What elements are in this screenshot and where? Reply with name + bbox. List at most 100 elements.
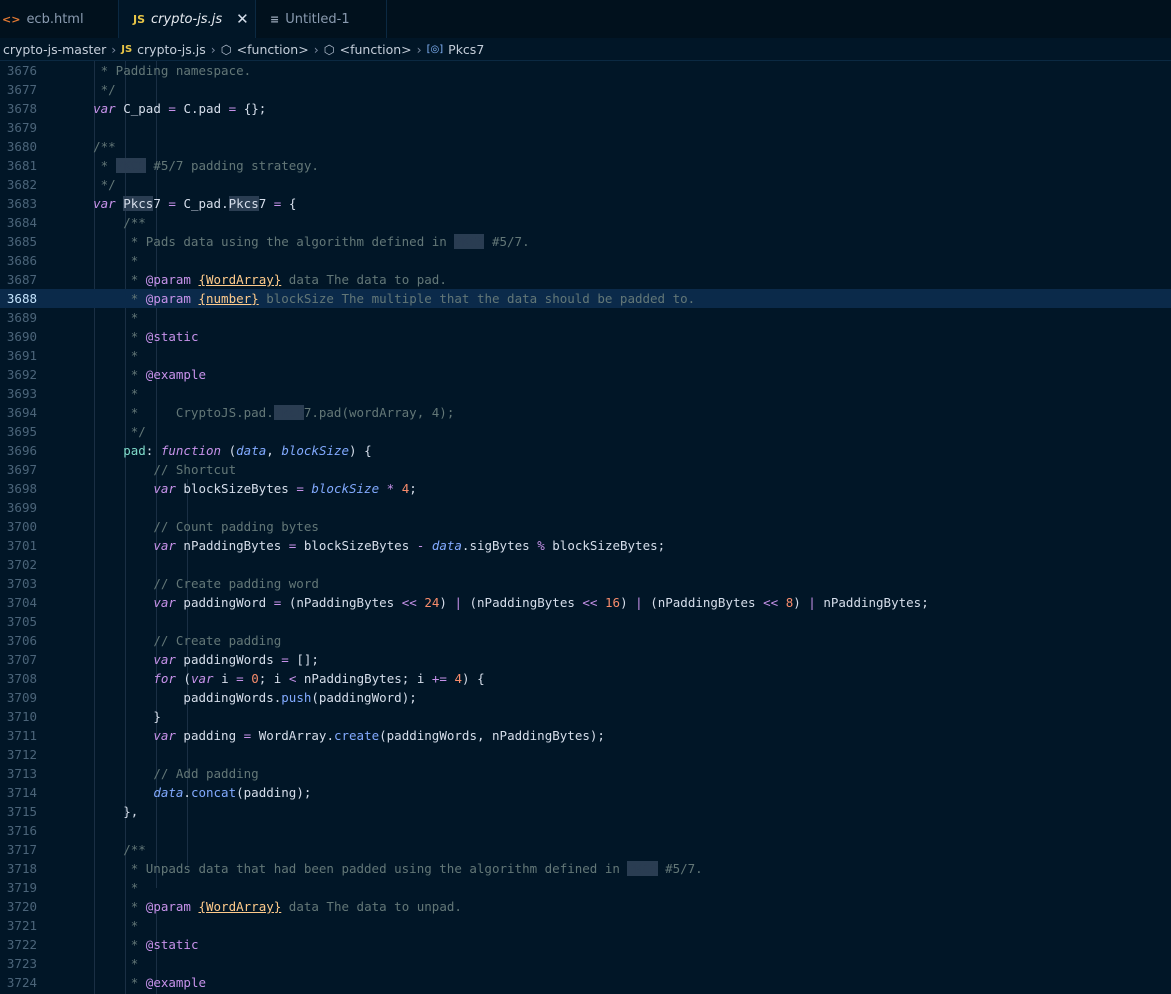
code-line[interactable]: 3710 } [0, 707, 1171, 726]
line-code: data.concat(padding); [153, 785, 312, 800]
code-line[interactable]: 3692 * @example [0, 365, 1171, 384]
line-code: var blockSizeBytes = blockSize * 4; [153, 481, 417, 496]
tab-crypto-js[interactable]: JS crypto-js.js ✕ [119, 0, 256, 38]
line-code: * @static [63, 329, 199, 344]
js-icon: JS [133, 12, 146, 26]
code-line[interactable]: 3684 /** [0, 213, 1171, 232]
code-line[interactable]: 3719 * [0, 878, 1171, 897]
line-code: /** [63, 139, 116, 154]
code-line[interactable]: 3715 }, [0, 802, 1171, 821]
line-number: 3679 [6, 120, 37, 135]
line-code: * [63, 918, 139, 933]
code-line[interactable]: 3688 * @param {number} blockSize The mul… [0, 289, 1171, 308]
line-code: var C_pad = C.pad = {}; [93, 101, 267, 116]
tab-label: Untitled-1 [285, 11, 350, 27]
chevron-right-icon: › [210, 41, 216, 57]
code-line[interactable]: 3722 * @static [0, 935, 1171, 954]
code-line[interactable]: 3678 var C_pad = C.pad = {}; [0, 99, 1171, 118]
line-number: 3676 [6, 63, 37, 78]
code-line[interactable]: 3703 // Create padding word [0, 574, 1171, 593]
code-line[interactable]: 3712 [0, 745, 1171, 764]
code-line[interactable]: 3694 * CryptoJS.pad.Pkcs7.pad(wordArray,… [0, 403, 1171, 422]
code-line[interactable]: 3695 */ [0, 422, 1171, 441]
breadcrumb-function[interactable]: <function> [340, 42, 412, 57]
code-line[interactable]: 3713 // Add padding [0, 764, 1171, 783]
line-number: 3706 [6, 633, 37, 648]
close-icon[interactable]: ✕ [236, 10, 249, 28]
line-number: 3700 [6, 519, 37, 534]
breadcrumb-function[interactable]: <function> [237, 42, 309, 57]
line-number: 3686 [6, 253, 37, 268]
line-code: * [63, 386, 139, 401]
line-code: * @param {WordArray} data The data to un… [63, 899, 462, 914]
code-line[interactable]: 3700 // Count padding bytes [0, 517, 1171, 536]
code-line[interactable]: 3691 * [0, 346, 1171, 365]
code-line[interactable]: 3721 * [0, 916, 1171, 935]
code-line[interactable]: 3682 */ [0, 175, 1171, 194]
line-code: }, [123, 804, 139, 819]
code-line[interactable]: 3681 * PKCS #5/7 padding strategy. [0, 156, 1171, 175]
line-number: 3711 [6, 728, 37, 743]
code-line[interactable]: 3680 /** [0, 137, 1171, 156]
line-code: var paddingWord = (nPaddingBytes << 24) … [153, 595, 929, 610]
line-number: 3704 [6, 595, 37, 610]
line-code: pad: function (data, blockSize) { [123, 443, 372, 458]
code-line[interactable]: 3683 var Pkcs7 = C_pad.Pkcs7 = { [0, 194, 1171, 213]
code-line[interactable]: 3724 * @example [0, 973, 1171, 992]
cube-icon: ⬡ [323, 41, 335, 57]
code-line[interactable]: 3689 * [0, 308, 1171, 327]
code-line[interactable]: 3707 var paddingWords = []; [0, 650, 1171, 669]
line-number: 3680 [6, 139, 37, 154]
line-number: 3709 [6, 690, 37, 705]
breadcrumb-file[interactable]: crypto-js.js [137, 42, 206, 57]
breadcrumb-symbol[interactable]: Pkcs7 [448, 42, 484, 57]
line-code: // Create padding word [153, 576, 319, 591]
line-number: 3707 [6, 652, 37, 667]
code-line[interactable]: 3716 [0, 821, 1171, 840]
code-line[interactable]: 3705 [0, 612, 1171, 631]
code-line[interactable]: 3685 * Pads data using the algorithm def… [0, 232, 1171, 251]
variable-icon: [◎] [426, 43, 444, 55]
breadcrumb-folder[interactable]: crypto-js-master [3, 42, 106, 57]
line-code: * @example [63, 367, 207, 382]
code-line[interactable]: 3687 * @param {WordArray} data The data … [0, 270, 1171, 289]
line-number: 3690 [6, 329, 37, 344]
line-code: /** [63, 215, 146, 230]
code-line[interactable]: 3698 var blockSizeBytes = blockSize * 4; [0, 479, 1171, 498]
code-line[interactable]: 3686 * [0, 251, 1171, 270]
code-line[interactable]: 3720 * @param {WordArray} data The data … [0, 897, 1171, 916]
code-line[interactable]: 3714 data.concat(padding); [0, 783, 1171, 802]
code-line[interactable]: 3696 pad: function (data, blockSize) { [0, 441, 1171, 460]
code-line[interactable]: 3699 [0, 498, 1171, 517]
line-code: } [153, 709, 161, 724]
line-number: 3701 [6, 538, 37, 553]
line-number: 3718 [6, 861, 37, 876]
code-line[interactable]: 3702 [0, 555, 1171, 574]
code-line[interactable]: 3701 var nPaddingBytes = blockSizeBytes … [0, 536, 1171, 555]
line-number: 3723 [6, 956, 37, 971]
code-line[interactable]: 3717 /** [0, 840, 1171, 859]
line-code: var nPaddingBytes = blockSizeBytes - dat… [153, 538, 666, 553]
tab-untitled-1[interactable]: ≡ Untitled-1 [256, 0, 387, 38]
line-number: 3722 [6, 937, 37, 952]
code-line[interactable]: 3697 // Shortcut [0, 460, 1171, 479]
code-line[interactable]: 3677 */ [0, 80, 1171, 99]
code-line[interactable]: 3706 // Create padding [0, 631, 1171, 650]
code-line[interactable]: 3679 [0, 118, 1171, 137]
tab-ecb-html[interactable]: <> ecb.html [0, 0, 119, 38]
code-line[interactable]: 3711 var padding = WordArray.create(padd… [0, 726, 1171, 745]
code-line[interactable]: 3704 var paddingWord = (nPaddingBytes <<… [0, 593, 1171, 612]
line-number: 3687 [6, 272, 37, 287]
code-line[interactable]: 3708 for (var i = 0; i < nPaddingBytes; … [0, 669, 1171, 688]
code-editor[interactable]: 3676 * Padding namespace. 3677 */3678 var… [0, 61, 1171, 994]
line-code: paddingWords.push(paddingWord); [183, 690, 417, 705]
code-line[interactable]: 3693 * [0, 384, 1171, 403]
js-icon: JS [121, 43, 133, 55]
code-line[interactable]: 3676 * Padding namespace. [0, 61, 1171, 80]
line-number: 3694 [6, 405, 37, 420]
code-line[interactable]: 3690 * @static [0, 327, 1171, 346]
code-line[interactable]: 3723 * [0, 954, 1171, 973]
code-line[interactable]: 3709 paddingWords.push(paddingWord); [0, 688, 1171, 707]
line-number: 3714 [6, 785, 37, 800]
code-line[interactable]: 3718 * Unpads data that had been padded … [0, 859, 1171, 878]
